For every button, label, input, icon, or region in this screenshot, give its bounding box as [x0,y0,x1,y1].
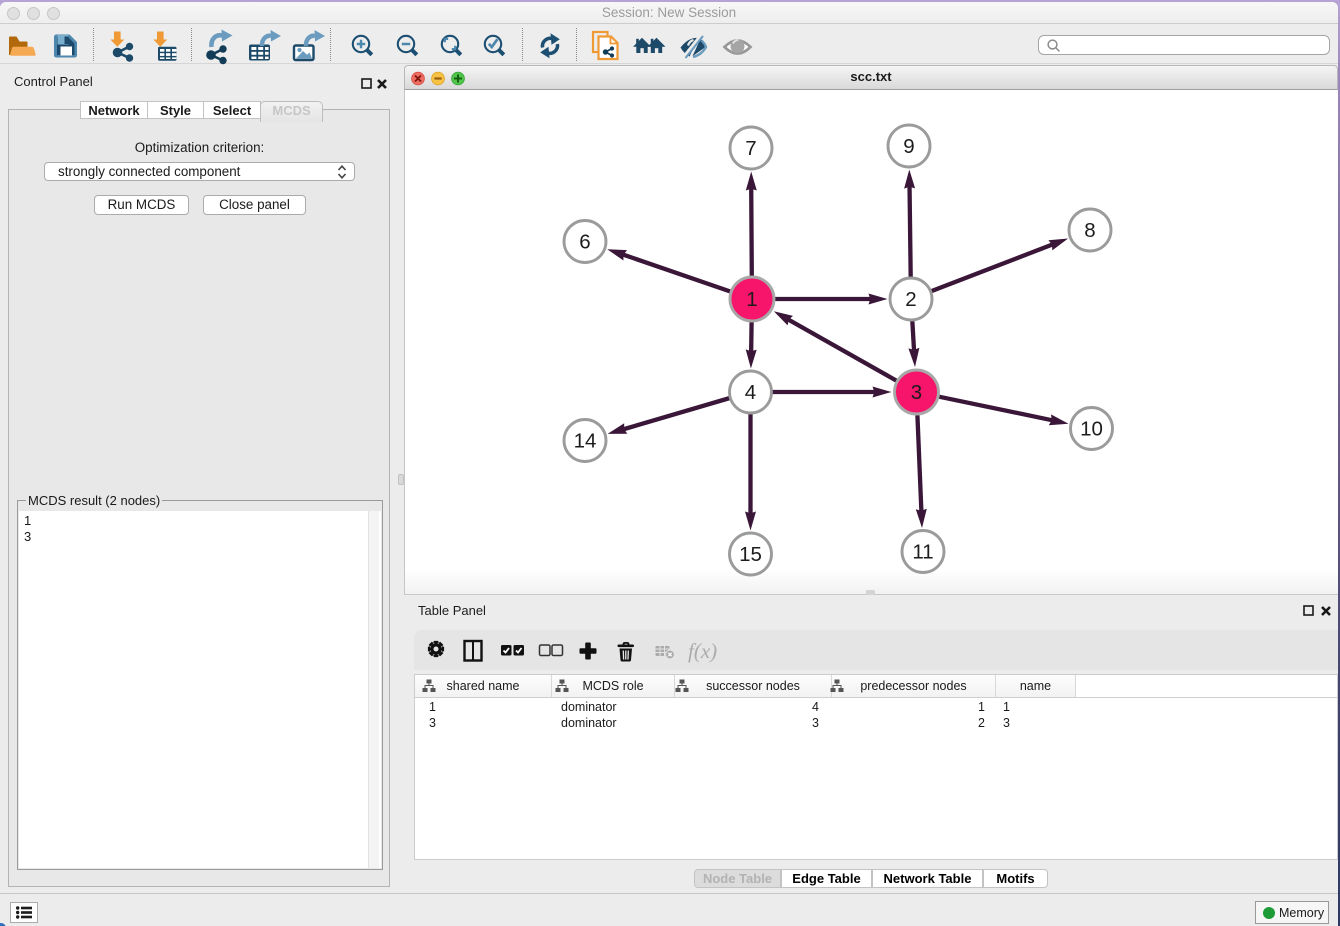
svg-text:10: 10 [1080,418,1103,441]
svg-text:3: 3 [911,381,922,404]
svg-text:2: 2 [905,288,916,311]
svg-text:f(x): f(x) [688,639,717,663]
svg-text:14: 14 [574,430,597,453]
svg-text:4: 4 [745,381,756,404]
svg-text:6: 6 [579,231,590,254]
svg-text:8: 8 [1084,219,1095,242]
svg-text:15: 15 [739,543,762,566]
svg-text:9: 9 [903,135,914,158]
svg-text:1: 1 [746,288,757,311]
svg-text:11: 11 [912,541,933,564]
svg-text:7: 7 [745,137,756,160]
